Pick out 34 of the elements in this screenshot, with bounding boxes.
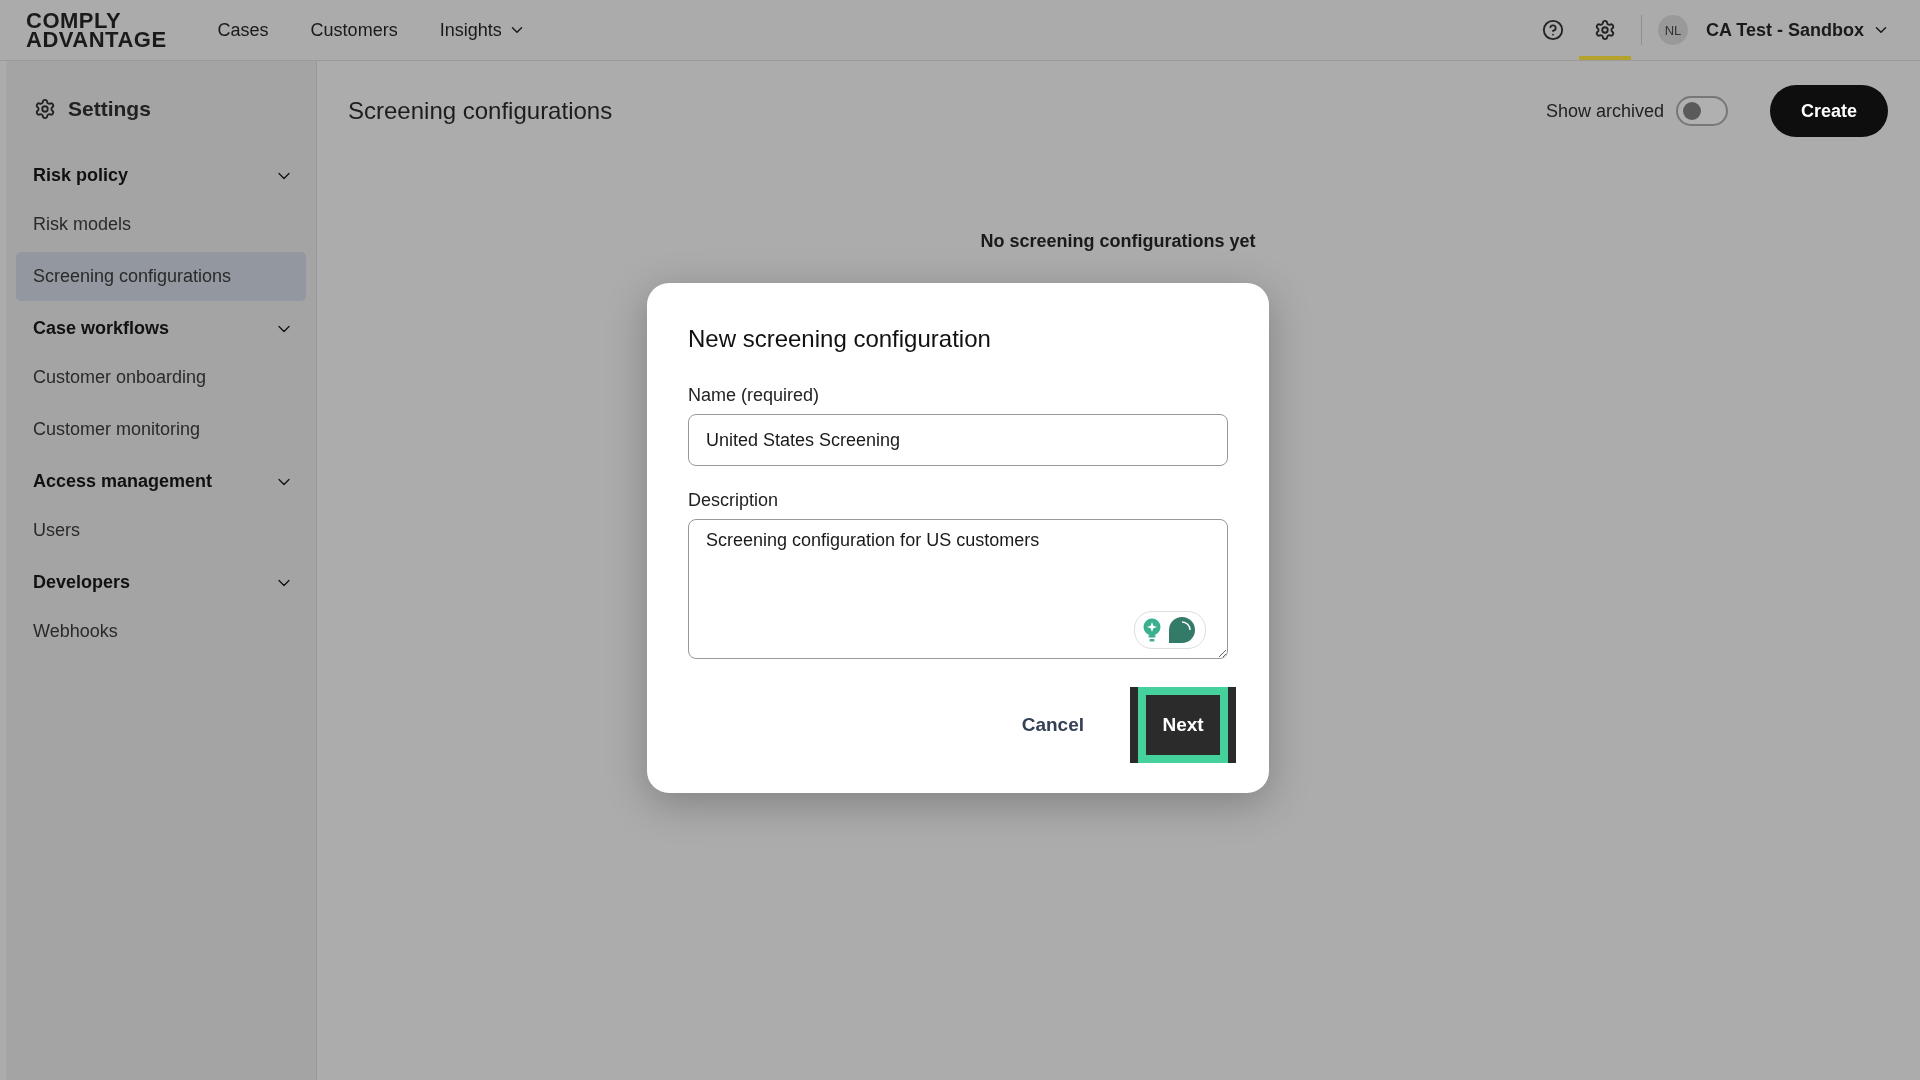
dialog-title: New screening configuration xyxy=(688,325,992,353)
sidebar-item[interactable]: Screening configurations xyxy=(16,252,306,301)
section-header[interactable]: Case workflows xyxy=(16,304,306,353)
avatar: NL xyxy=(1658,15,1688,45)
help-icon xyxy=(1542,19,1564,41)
name-field[interactable]: United States Screening xyxy=(688,414,1228,466)
field-label: Description xyxy=(688,490,780,511)
settings-icon xyxy=(34,98,56,120)
assistant-widget[interactable] xyxy=(1134,611,1206,649)
sidebar-item[interactable]: Risk models xyxy=(16,200,306,249)
lightbulb-icon xyxy=(1143,618,1161,642)
sidebar-item[interactable]: Customer monitoring xyxy=(16,405,306,454)
show-archived-toggle[interactable] xyxy=(1675,96,1728,126)
cancel-button[interactable]: Cancel xyxy=(1015,713,1090,737)
description-field[interactable]: Screening configuration for US customers xyxy=(688,519,1228,659)
section-header[interactable]: Risk policy xyxy=(16,151,306,200)
create-button[interactable]: Create xyxy=(1769,85,1888,137)
empty-state-title: No screening configurations yet xyxy=(979,231,1257,252)
page-title: Screening configurations xyxy=(348,97,613,125)
logo: COMPLY ADVANTAGE xyxy=(26,11,167,49)
field-label: Name (required) xyxy=(688,385,821,406)
section-header[interactable]: Access management xyxy=(16,457,306,506)
sidebar-title: Settings xyxy=(68,97,151,121)
nav-link[interactable]: Insights xyxy=(418,19,547,41)
settings-icon xyxy=(1594,19,1616,41)
chat-bubble-icon xyxy=(1167,615,1197,645)
sidebar-item[interactable]: Webhooks xyxy=(16,607,306,656)
sidebar-item[interactable]: Customer onboarding xyxy=(16,353,306,402)
account-menu[interactable]: CA Test - Sandbox xyxy=(1700,18,1896,42)
nav-link[interactable]: Cases xyxy=(196,19,290,41)
section-header[interactable]: Developers xyxy=(16,558,306,607)
sidebar-item[interactable]: Users xyxy=(16,506,306,555)
toggle-label: Show archived xyxy=(1545,100,1664,122)
nav-link[interactable]: Customers xyxy=(289,19,419,41)
